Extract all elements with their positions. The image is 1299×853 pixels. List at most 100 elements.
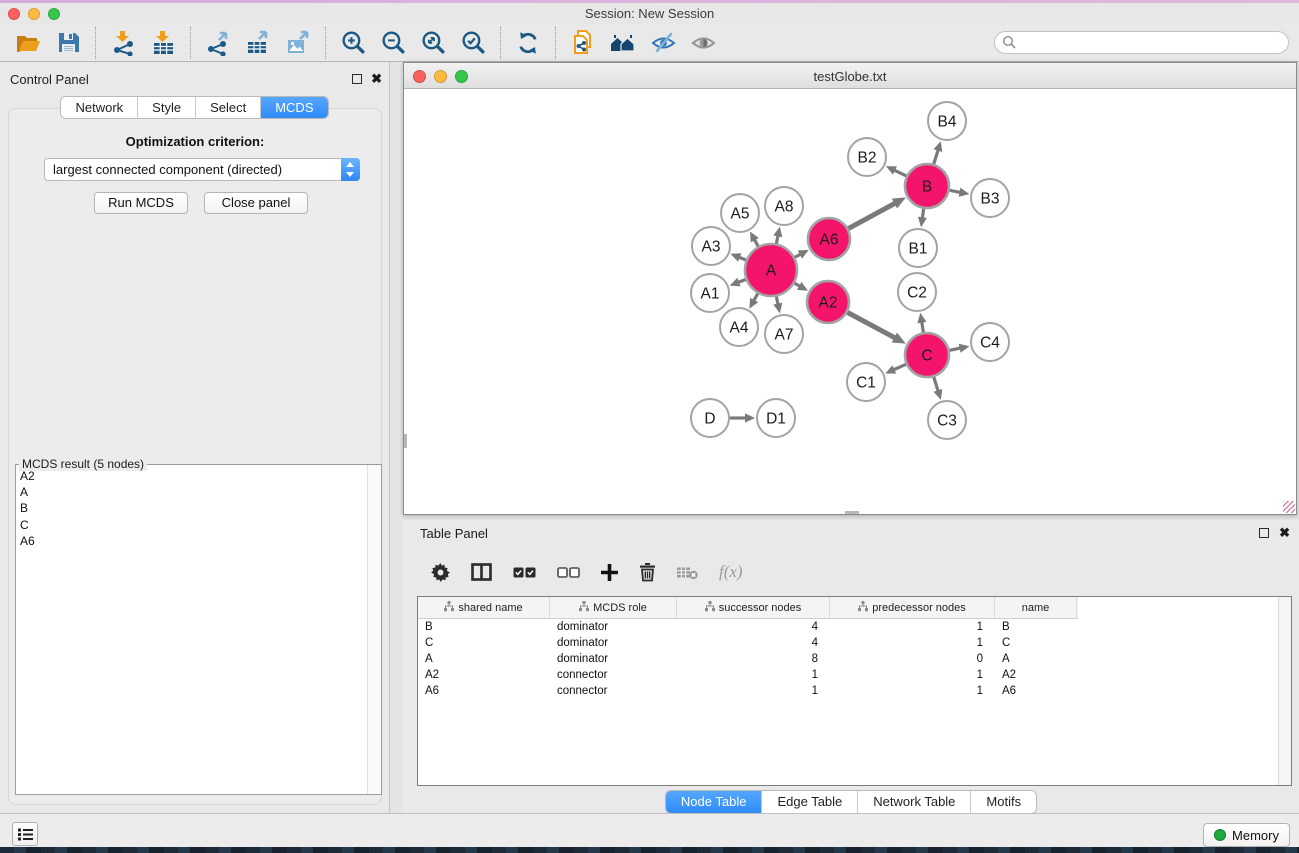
export-table-button[interactable] — [238, 26, 278, 60]
export-image-button[interactable] — [278, 26, 318, 60]
graph-node-C1[interactable]: C1 — [847, 363, 885, 401]
table-cell[interactable]: B — [995, 619, 1077, 635]
network-canvas[interactable]: B4B2BB3A5A8A6B1A3AA1A2C2A4A7CC4C1C3DD1 — [404, 89, 1296, 514]
table-cell[interactable]: 1 — [830, 683, 995, 699]
graph-edge-C-C1[interactable] — [885, 364, 906, 373]
zoom-selected-button[interactable] — [453, 26, 493, 60]
close-panel-icon[interactable]: ✖ — [371, 74, 382, 84]
table-row[interactable]: A2connector11A2 — [418, 667, 1291, 683]
table-cell[interactable]: 1 — [830, 635, 995, 651]
close-panel-button[interactable]: Close panel — [204, 192, 308, 214]
graph-edge-A2-C[interactable] — [847, 312, 905, 343]
graph-node-A6[interactable]: A6 — [808, 218, 850, 260]
tab-mcds[interactable]: MCDS — [260, 97, 327, 118]
tab-network[interactable]: Network — [61, 97, 137, 118]
table-cell[interactable]: A — [418, 651, 550, 667]
table-cell[interactable]: 0 — [830, 651, 995, 667]
criterion-dropdown[interactable]: largest connected component (directed) — [44, 158, 360, 181]
graph-edge-B-B4[interactable] — [933, 141, 942, 164]
table-cell[interactable]: dominator — [550, 635, 677, 651]
table-cell[interactable]: 8 — [677, 651, 830, 667]
add-row-button[interactable] — [601, 564, 618, 581]
graph-edge-B-B1[interactable] — [918, 209, 927, 227]
table-cell[interactable]: 1 — [677, 667, 830, 683]
table-cell[interactable]: C — [995, 635, 1077, 651]
graph-edge-A6-B[interactable] — [848, 197, 906, 228]
table-cell[interactable]: C — [418, 635, 550, 651]
graph-edge-A-A5[interactable] — [750, 231, 759, 246]
open-session-button[interactable] — [8, 26, 48, 60]
hide-graphics-details-button[interactable] — [643, 26, 683, 60]
graph-node-B1[interactable]: B1 — [899, 229, 937, 267]
open-network-file-button[interactable] — [563, 26, 603, 60]
table-cell[interactable]: connector — [550, 683, 677, 699]
delete-row-button[interactable] — [639, 562, 656, 582]
graph-node-B4[interactable]: B4 — [928, 102, 966, 140]
column-header-predecessor-nodes[interactable]: predecessor nodes — [830, 597, 995, 619]
zoom-in-button[interactable] — [333, 26, 373, 60]
graph-node-C3[interactable]: C3 — [928, 401, 966, 439]
table-row[interactable]: Bdominator41B — [418, 619, 1291, 635]
graph-node-A3[interactable]: A3 — [692, 227, 730, 265]
graph-node-B[interactable]: B — [905, 164, 949, 208]
float-panel-icon[interactable] — [1259, 528, 1269, 538]
tab-select[interactable]: Select — [195, 97, 260, 118]
table-cell[interactable]: 4 — [677, 619, 830, 635]
tab-motifs[interactable]: Motifs — [970, 791, 1036, 813]
zoom-out-button[interactable] — [373, 26, 413, 60]
graph-edge-C-C2[interactable] — [917, 313, 926, 333]
table-row[interactable]: A6connector11A6 — [418, 683, 1291, 699]
close-panel-icon[interactable]: ✖ — [1279, 528, 1290, 538]
table-cell[interactable]: A2 — [995, 667, 1077, 683]
graph-edge-C-C3[interactable] — [933, 377, 942, 400]
network-window-titlebar[interactable]: testGlobe.txt — [404, 63, 1296, 89]
search-input[interactable] — [994, 31, 1289, 54]
graph-node-B3[interactable]: B3 — [971, 179, 1009, 217]
function-builder-button[interactable]: f(x) — [719, 562, 743, 582]
deselect-all-button[interactable] — [557, 567, 580, 578]
resize-grip-icon[interactable] — [1283, 501, 1295, 513]
column-header-name[interactable]: name — [995, 597, 1077, 619]
graph-edge-B-B3[interactable] — [950, 188, 970, 197]
tab-network-table[interactable]: Network Table — [857, 791, 970, 813]
column-header-shared-name[interactable]: shared name — [418, 597, 550, 619]
table-cell[interactable]: 1 — [830, 667, 995, 683]
show-graphics-details-button[interactable] — [683, 26, 723, 60]
table-cell[interactable]: dominator — [550, 619, 677, 635]
table-cell[interactable]: 1 — [677, 683, 830, 699]
graph-edge-B-B2[interactable] — [886, 166, 906, 176]
tab-node-table[interactable]: Node Table — [666, 791, 762, 813]
import-network-button[interactable] — [103, 26, 143, 60]
graph-node-A8[interactable]: A8 — [765, 187, 803, 225]
graph-node-B2[interactable]: B2 — [848, 138, 886, 176]
run-mcds-button[interactable]: Run MCDS — [94, 192, 188, 214]
graph-node-A7[interactable]: A7 — [765, 315, 803, 353]
home-button[interactable] — [603, 26, 643, 60]
memory-button[interactable]: Memory — [1203, 823, 1290, 847]
split-table-button[interactable] — [471, 563, 492, 581]
mcds-result-item[interactable]: A6 — [20, 533, 367, 549]
column-header-successor-nodes[interactable]: successor nodes — [677, 597, 830, 619]
table-cell[interactable]: connector — [550, 667, 677, 683]
refresh-button[interactable] — [508, 26, 548, 60]
graph-node-C2[interactable]: C2 — [898, 273, 936, 311]
table-cell[interactable]: A6 — [995, 683, 1077, 699]
import-table-button[interactable] — [143, 26, 183, 60]
graph-edge-D-D1[interactable] — [730, 413, 755, 422]
graph-node-D1[interactable]: D1 — [757, 399, 795, 437]
graph-node-A2[interactable]: A2 — [807, 281, 849, 323]
graph-edge-A-A8[interactable] — [773, 227, 782, 244]
graph-node-C4[interactable]: C4 — [971, 323, 1009, 361]
network-graph[interactable]: B4B2BB3A5A8A6B1A3AA1A2C2A4A7CC4C1C3DD1 — [404, 89, 1296, 514]
table-row[interactable]: Adominator80A — [418, 651, 1291, 667]
graph-edge-A-A3[interactable] — [730, 253, 745, 262]
tab-style[interactable]: Style — [137, 97, 195, 118]
delete-table-button[interactable] — [677, 565, 698, 580]
table-cell[interactable]: B — [418, 619, 550, 635]
save-session-button[interactable] — [48, 26, 88, 60]
select-all-button[interactable] — [513, 567, 536, 578]
column-header-mcds-role[interactable]: MCDS role — [550, 597, 677, 619]
table-row[interactable]: Cdominator41C — [418, 635, 1291, 651]
graph-edge-A-A1[interactable] — [730, 278, 746, 287]
table-cell[interactable]: A — [995, 651, 1077, 667]
